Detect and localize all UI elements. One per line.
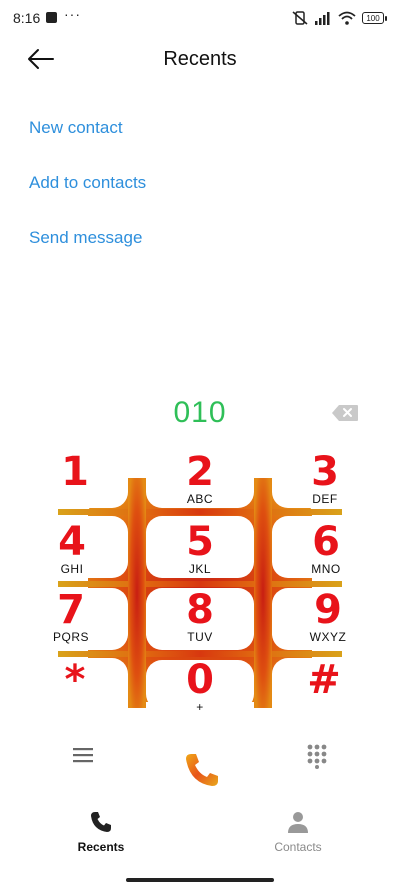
more-notifications-icon: ··· [64,6,81,22]
new-contact-link[interactable]: New contact [29,118,123,138]
add-to-contacts-link[interactable]: Add to contacts [29,173,146,193]
dial-pad: 1 2 ABC 3 DEF 4 GHI 5 JKL 6 MNO 7 PQRS 8… [0,440,400,720]
key-5[interactable]: 5 JKL [155,522,245,584]
key-digit: # [307,657,341,703]
key-hash[interactable]: # [279,660,369,722]
key-1[interactable]: 1 [30,452,120,514]
call-button[interactable] [181,750,221,790]
nav-recents-label: Recents [77,840,125,854]
signal-icon [315,12,330,25]
nav-recents[interactable]: Recents [41,810,161,854]
key-letters: PQRS [52,630,89,644]
key-digit: 3 [311,449,339,495]
nav-contacts-label: Contacts [274,840,322,854]
key-star[interactable]: * [30,660,120,722]
key-letters: MNO [311,562,341,576]
bottom-nav: Recents Contacts [0,810,400,870]
key-digit: 1 [61,449,89,495]
key-digit: 6 [312,519,340,565]
key-digit: 4 [58,519,86,565]
battery-icon: 100 [362,12,387,24]
key-letters: TUV [187,630,213,644]
key-letters: + [196,700,204,714]
wifi-icon [338,11,356,25]
key-3[interactable]: 3 DEF [280,452,370,514]
key-digit: 2 [186,449,214,495]
backspace-icon[interactable] [331,404,359,422]
key-7[interactable]: 7 PQRS [26,590,116,652]
key-digit: 8 [186,587,214,633]
status-bar: 8:16 ··· 100 [0,0,400,36]
key-2[interactable]: 2 ABC [155,452,245,514]
app-header: Recents [0,36,400,84]
key-0[interactable]: 0 + [155,660,245,722]
key-4[interactable]: 4 GHI [27,522,117,584]
key-letters: ABC [186,492,214,506]
key-digit: 7 [57,587,85,633]
key-digit: 9 [314,587,342,633]
menu-icon[interactable] [71,745,95,765]
key-6[interactable]: 6 MNO [281,522,371,584]
key-letters: JKL [188,562,212,576]
key-digit: 0 [186,657,214,703]
key-8[interactable]: 8 TUV [155,590,245,652]
person-icon [288,812,308,833]
key-letters: GHI [60,562,84,576]
send-message-link[interactable]: Send message [29,228,142,248]
key-letters: WXYZ [309,630,347,644]
key-digit: 5 [186,519,214,565]
notification-icon [46,12,57,23]
home-indicator[interactable] [126,878,274,882]
vibrate-off-icon [292,11,308,25]
dialpad-toggle-icon[interactable] [306,743,328,769]
nav-contacts[interactable]: Contacts [238,810,358,854]
key-9[interactable]: 9 WXYZ [283,590,373,652]
phone-icon [91,812,111,832]
page-title: Recents [163,48,237,70]
key-digit: * [64,657,86,703]
key-letters: DEF [312,492,338,506]
status-time: 8:16 [13,10,41,26]
